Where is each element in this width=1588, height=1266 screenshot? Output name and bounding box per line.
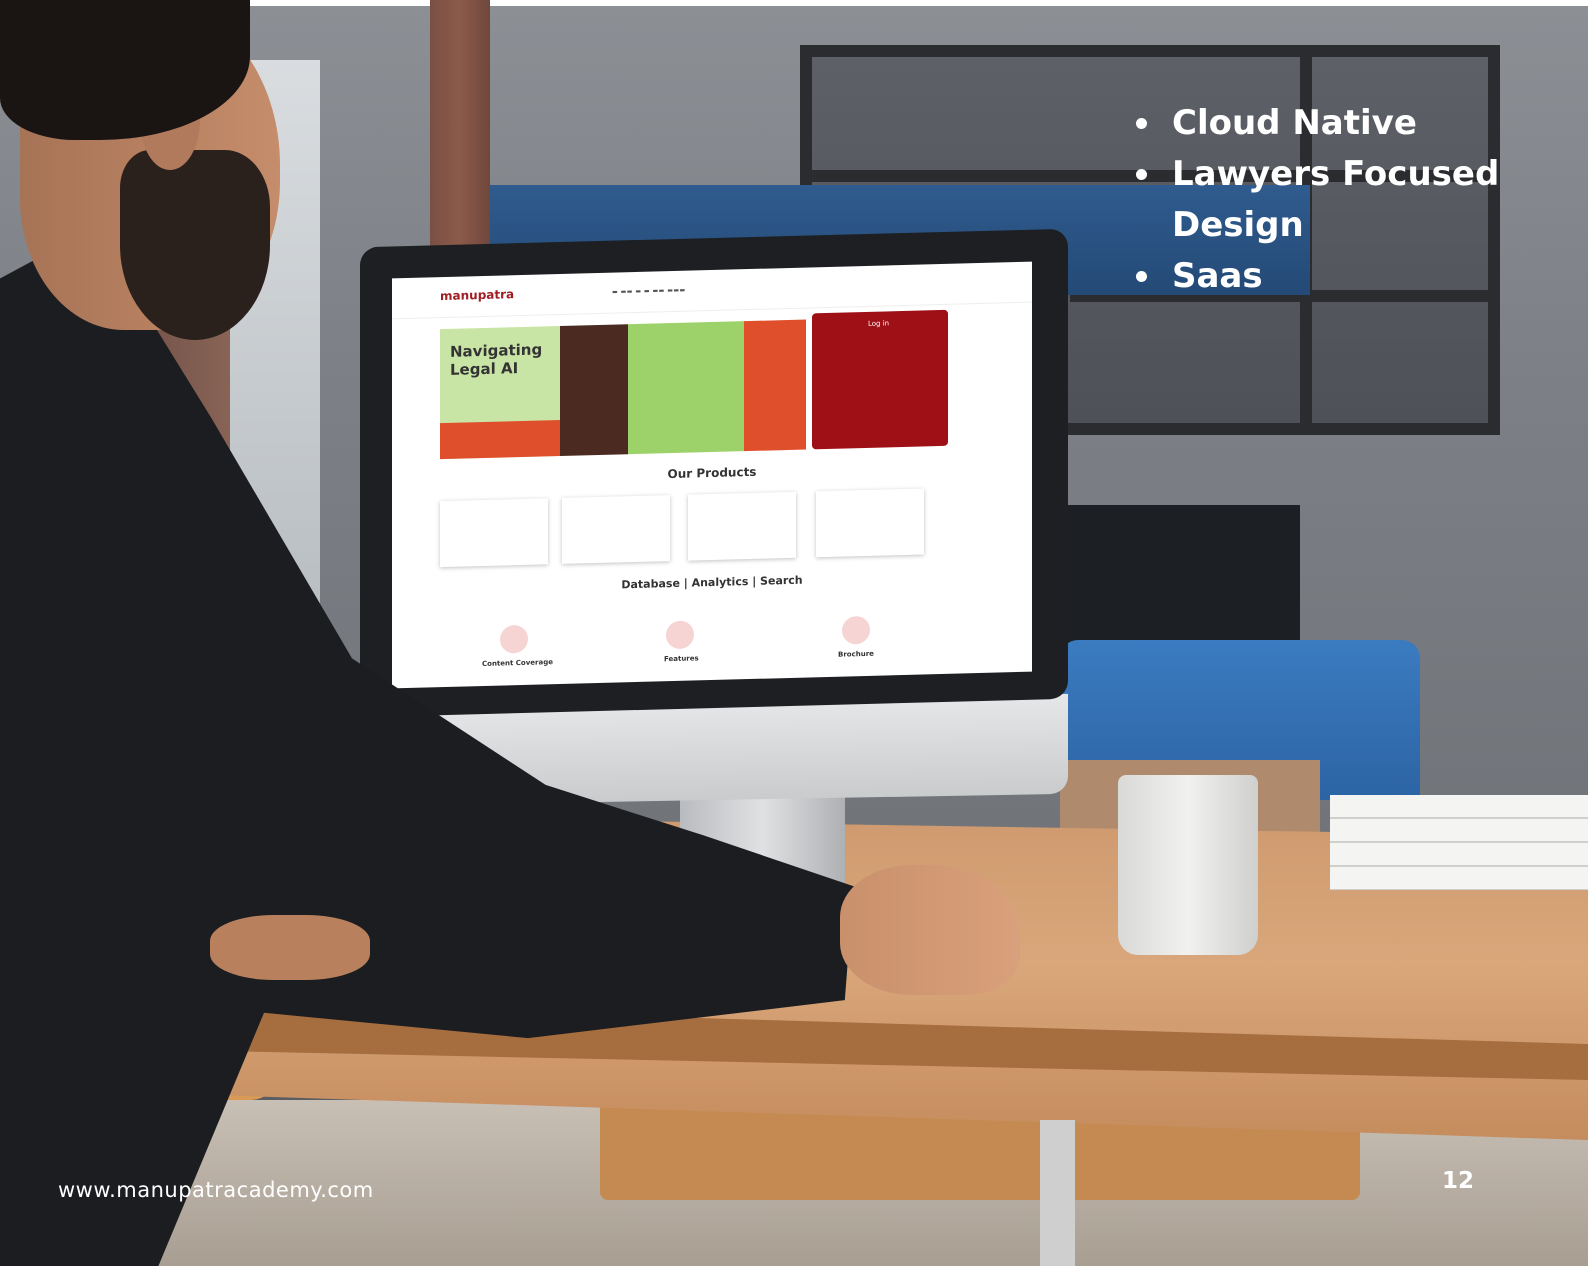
hero-banner: Navigating Legal AI xyxy=(440,325,560,460)
icon-label: Features xyxy=(664,654,699,664)
book-stack xyxy=(1330,795,1588,890)
hero-title: Navigating Legal AI xyxy=(450,340,543,379)
products-heading: Our Products xyxy=(667,464,757,482)
site-nav-links: ▬ ▬▬ ▬ ▬ ▬▬ ▬▬▬ xyxy=(612,286,686,296)
database-heading: Database | Analytics | Search xyxy=(621,573,803,592)
icon-label: Content Coverage xyxy=(482,658,553,669)
site-logo: manupatra xyxy=(440,287,515,304)
workshop-panel xyxy=(744,319,806,452)
content-coverage-icon xyxy=(500,624,528,654)
television xyxy=(1060,505,1300,655)
person-beard xyxy=(120,150,270,340)
desk-leg xyxy=(1040,1120,1075,1266)
login-title: Log in xyxy=(868,319,890,328)
coffee-mug xyxy=(1118,775,1258,955)
product-card xyxy=(440,498,548,568)
hero-footer xyxy=(440,419,560,460)
product-card xyxy=(562,495,670,564)
features-icon xyxy=(666,620,694,650)
feature-item: Saas xyxy=(1136,251,1532,302)
page-number: 12 xyxy=(1442,1168,1475,1194)
monitor-screen: manupatra ▬ ▬▬ ▬ ▬ ▬▬ ▬▬▬ Navigating Leg… xyxy=(392,261,1032,689)
product-card xyxy=(688,491,796,561)
feature-list: Cloud Native Lawyers Focused Design Saas xyxy=(1136,98,1532,302)
feature-item: Cloud Native xyxy=(1136,98,1532,149)
icon-label: Brochure xyxy=(838,649,874,659)
login-box: Log in xyxy=(812,309,948,450)
website-url: www.manupatracademy.com xyxy=(58,1178,374,1202)
left-hand xyxy=(210,915,370,980)
brochure-icon xyxy=(842,615,870,645)
event-panel xyxy=(560,324,628,456)
robot-panel xyxy=(628,321,744,455)
product-card xyxy=(816,488,924,558)
right-hand xyxy=(840,865,1020,995)
feature-item: Lawyers Focused Design xyxy=(1136,149,1532,251)
brick-column xyxy=(430,0,490,280)
